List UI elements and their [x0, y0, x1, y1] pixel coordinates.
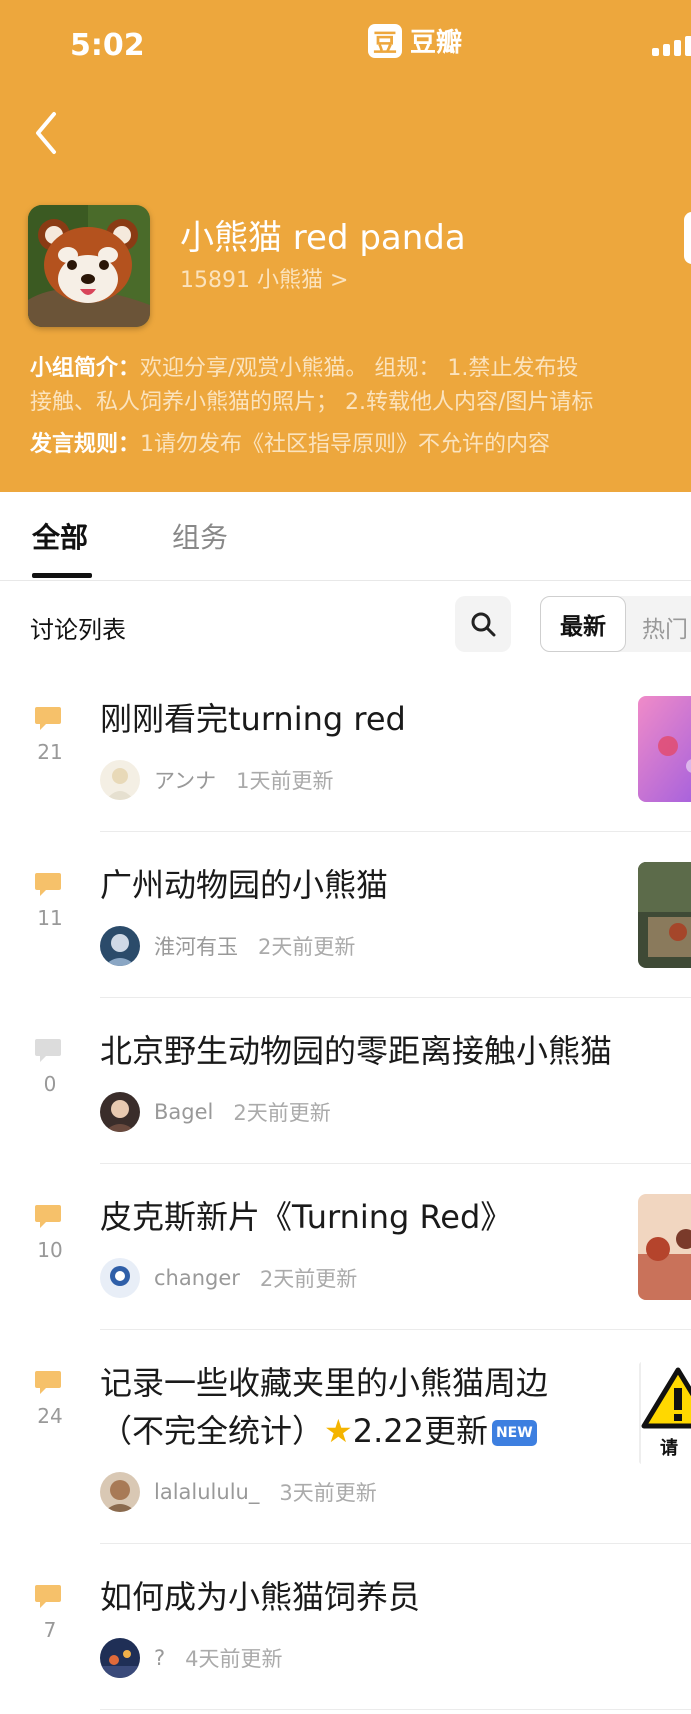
username[interactable]: アンナ: [154, 765, 216, 795]
row-divider: [100, 1709, 691, 1710]
signal-icon: [652, 36, 691, 56]
app-name: 豆瓣: [410, 28, 463, 58]
red-panda-photo: [28, 205, 150, 327]
douban-logo-icon: 豆: [368, 23, 402, 58]
post-meta: lalalululu_ 3天前更新: [100, 1472, 377, 1512]
comment-icon: [35, 1585, 61, 1608]
comment-count: 24: [37, 1404, 63, 1428]
group-avatar[interactable]: [28, 205, 150, 327]
tab-bar: 全部 组务: [0, 492, 691, 581]
row-divider: [100, 831, 691, 832]
status-time: 5:02: [70, 28, 145, 63]
update-time: 3天前更新: [279, 1481, 377, 1505]
post-meta: changer 2天前更新: [100, 1258, 357, 1298]
update-time: 2天前更新: [259, 1267, 358, 1291]
comment-count: 0: [43, 1072, 57, 1096]
comment-count: 7: [43, 1618, 57, 1642]
post-thumbnail[interactable]: [638, 696, 691, 802]
comment-icon: [35, 1039, 61, 1062]
user-avatar[interactable]: [100, 1638, 140, 1678]
join-button[interactable]: [684, 212, 691, 264]
post-meta: アンナ 1天前更新: [100, 760, 334, 800]
row-divider: [100, 1329, 691, 1330]
star-icon: ★: [324, 1412, 353, 1450]
post-title-line2[interactable]: （不完全统计）★2.22更新 NEW: [100, 1408, 537, 1454]
post-title-line1[interactable]: 记录一些收藏夹里的小熊猫周边: [100, 1360, 548, 1406]
post-meta: Bagel 2天前更新: [100, 1092, 331, 1132]
comment-count: 21: [37, 740, 63, 764]
sort-newest-button[interactable]: 最新: [540, 596, 626, 652]
comment-count: 10: [37, 1238, 63, 1262]
post-title-suffix: 2.22更新: [352, 1412, 488, 1450]
row-divider: [100, 1543, 691, 1544]
thumbnail-text: 请: [660, 1438, 678, 1459]
user-avatar[interactable]: [100, 1258, 140, 1298]
post-meta: ? 4天前更新: [100, 1638, 283, 1678]
tab-all[interactable]: 全部: [32, 516, 88, 556]
comment-count: 11: [37, 906, 63, 930]
post-title[interactable]: 北京野生动物园的零距离接触小熊猫: [100, 1028, 612, 1074]
group-intro: 小组简介：欢迎分享/观赏小熊猫。 组规： 1.禁止发布投: [30, 352, 691, 386]
post-title-prefix: （不完全统计）: [100, 1412, 325, 1450]
username[interactable]: changer: [154, 1266, 240, 1290]
active-tab-indicator: [32, 573, 92, 578]
discussion-list-title: 讨论列表: [30, 616, 126, 644]
group-rules: 发言规则：1请勿发布《社区指导原则》不允许的内容: [30, 428, 691, 462]
username[interactable]: lalalululu_: [154, 1480, 259, 1504]
tab-group-affairs[interactable]: 组务: [172, 516, 228, 556]
app-brand: 豆 豆瓣: [368, 22, 462, 59]
intro-text-1: 欢迎分享/观赏小熊猫。 组规： 1.禁止发布投: [140, 356, 579, 381]
search-icon: [471, 612, 496, 637]
post-title[interactable]: 刚刚看完turning red: [100, 696, 406, 742]
post-title[interactable]: 如何成为小熊猫饲养员: [100, 1574, 420, 1620]
comment-icon: [35, 1371, 61, 1394]
new-badge: NEW: [491, 1420, 537, 1446]
post-meta: 淮河有玉 2天前更新: [100, 926, 355, 966]
sort-toggle: 最新 热门: [540, 596, 691, 652]
row-divider: [100, 1163, 691, 1164]
update-time: 1天前更新: [236, 769, 334, 793]
comment-icon: [35, 707, 61, 730]
user-avatar[interactable]: [100, 760, 140, 800]
user-avatar[interactable]: [100, 926, 140, 966]
member-count-link[interactable]: 15891 小熊猫 >: [180, 262, 348, 294]
username[interactable]: 淮河有玉: [154, 931, 238, 961]
row-divider: [100, 997, 691, 998]
user-avatar[interactable]: [100, 1472, 140, 1512]
user-avatar[interactable]: [100, 1092, 140, 1132]
sort-hot-button[interactable]: 热门: [642, 610, 688, 644]
username[interactable]: ?: [154, 1646, 165, 1670]
post-title[interactable]: 广州动物园的小熊猫: [100, 862, 388, 908]
post-thumbnail[interactable]: 请: [638, 1360, 691, 1466]
group-name: 小熊猫 red panda: [180, 218, 466, 258]
comment-icon: [35, 873, 61, 896]
post-title[interactable]: 皮克斯新片《Turning Red》: [100, 1194, 512, 1240]
rules-label: 发言规则：: [30, 432, 141, 457]
post-thumbnail[interactable]: [638, 862, 691, 968]
post-thumbnail[interactable]: [638, 1194, 691, 1300]
username[interactable]: Bagel: [154, 1100, 213, 1124]
group-intro-line2: 接触、私人饲养小熊猫的照片； 2.转载他人内容/图片请标: [30, 390, 594, 415]
search-button[interactable]: [455, 596, 511, 652]
rules-text: 1请勿发布《社区指导原则》不允许的内容: [140, 432, 551, 457]
intro-label: 小组简介：: [30, 356, 141, 381]
group-header: 5:02 豆 豆瓣 小熊猫 red panda 15891 小熊猫 > 小组简介…: [0, 0, 691, 492]
back-arrow-icon[interactable]: [26, 108, 76, 158]
comment-icon: [35, 1205, 61, 1228]
update-time: 2天前更新: [258, 935, 356, 959]
update-time: 4天前更新: [185, 1647, 283, 1671]
update-time: 2天前更新: [233, 1101, 331, 1125]
